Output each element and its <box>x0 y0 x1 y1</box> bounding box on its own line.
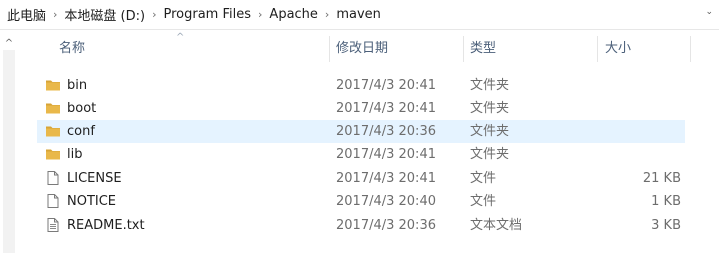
column-headers: 名称 ^ 修改日期 类型 大小 <box>0 32 719 66</box>
file-row[interactable]: NOTICE 2017/4/3 20:40 文件 1 KB <box>37 190 685 213</box>
file-name: NOTICE <box>67 194 117 209</box>
scrollbar-track[interactable] <box>3 50 15 253</box>
file-size: 1 KB <box>651 194 681 209</box>
breadcrumb-item-local-disk[interactable]: 本地磁盘 (D:) <box>64 5 145 24</box>
file-row[interactable]: boot 2017/4/3 20:41 文件夹 <box>37 97 685 120</box>
breadcrumb-item-this-pc[interactable]: 此电脑 <box>7 5 46 24</box>
address-history-dropdown-icon[interactable]: ⌄ <box>705 7 713 17</box>
file-type: 文件夹 <box>470 124 510 139</box>
file-type: 文件夹 <box>470 78 510 93</box>
file-type: 文件夹 <box>470 101 510 116</box>
folder-icon <box>46 126 60 137</box>
sort-ascending-icon: ^ <box>176 32 185 43</box>
file-row[interactable]: lib 2017/4/3 20:41 文件夹 <box>37 143 685 166</box>
file-date-modified: 2017/4/3 20:36 <box>336 218 436 233</box>
column-header-size[interactable]: 大小 <box>605 32 631 66</box>
breadcrumb-separator-icon[interactable]: › <box>152 8 156 21</box>
file-name: LICENSE <box>67 171 122 186</box>
file-date-modified: 2017/4/3 20:40 <box>336 194 436 209</box>
file-type: 文本文档 <box>470 218 523 233</box>
column-header-name[interactable]: 名称 <box>59 32 85 66</box>
file-type: 文件 <box>470 194 497 209</box>
file-name: README.txt <box>67 218 145 233</box>
column-divider[interactable] <box>690 36 691 62</box>
column-header-date-modified[interactable]: 修改日期 <box>336 32 388 66</box>
folder-icon <box>46 149 60 160</box>
breadcrumb-item-maven[interactable]: maven <box>336 7 381 22</box>
breadcrumb-separator-icon[interactable]: › <box>325 8 329 21</box>
column-divider[interactable] <box>463 36 464 62</box>
file-type: 文件 <box>470 171 497 186</box>
folder-icon <box>46 80 60 91</box>
file-row-selected[interactable]: conf 2017/4/3 20:36 文件夹 <box>37 120 685 143</box>
file-name: conf <box>67 124 95 139</box>
file-size: 3 KB <box>651 218 681 233</box>
file-date-modified: 2017/4/3 20:36 <box>336 124 436 139</box>
breadcrumb-separator-icon[interactable]: › <box>53 8 57 21</box>
file-row[interactable]: LICENSE 2017/4/3 20:41 文件 21 KB <box>37 167 685 190</box>
file-icon <box>47 194 59 208</box>
file-icon <box>47 171 59 185</box>
file-date-modified: 2017/4/3 20:41 <box>336 147 436 162</box>
column-divider[interactable] <box>597 36 598 62</box>
file-name: boot <box>67 101 97 116</box>
file-date-modified: 2017/4/3 20:41 <box>336 78 436 93</box>
file-name: bin <box>67 78 88 93</box>
breadcrumb: 此电脑 › 本地磁盘 (D:) › Program Files › Apache… <box>0 0 719 30</box>
breadcrumb-item-program-files[interactable]: Program Files <box>164 7 252 22</box>
breadcrumb-separator-icon[interactable]: › <box>258 8 262 21</box>
column-divider[interactable] <box>329 36 330 62</box>
folder-icon <box>46 103 60 114</box>
file-name: lib <box>67 147 83 162</box>
file-date-modified: 2017/4/3 20:41 <box>336 171 436 186</box>
file-size: 21 KB <box>642 171 681 186</box>
text-document-icon <box>47 218 59 232</box>
file-row[interactable]: bin 2017/4/3 20:41 文件夹 <box>37 74 685 97</box>
breadcrumb-item-apache[interactable]: Apache <box>269 7 318 22</box>
file-type: 文件夹 <box>470 147 510 162</box>
file-date-modified: 2017/4/3 20:41 <box>336 101 436 116</box>
file-row[interactable]: README.txt 2017/4/3 20:36 文本文档 3 KB <box>37 214 685 237</box>
column-header-type[interactable]: 类型 <box>470 32 496 66</box>
